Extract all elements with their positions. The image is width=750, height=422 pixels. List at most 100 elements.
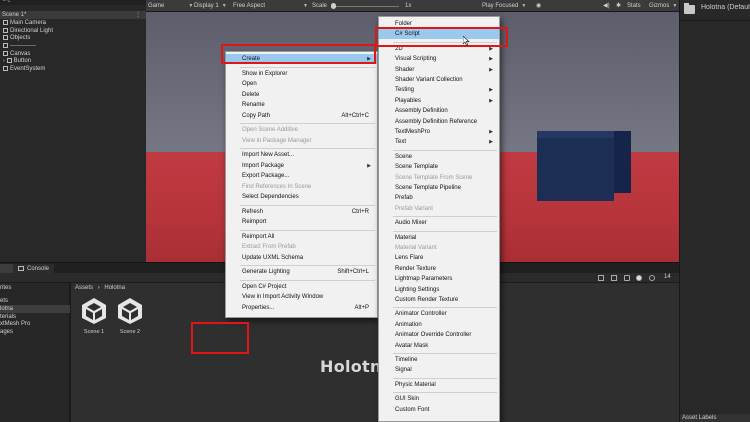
blue-cube-side (614, 131, 631, 193)
menu-item[interactable]: Prefab (379, 193, 499, 203)
menu-item[interactable]: Signal (379, 365, 499, 375)
menu-item[interactable]: Reimport All (226, 232, 377, 242)
gameobject-icon (3, 19, 8, 25)
menu-item[interactable]: Select Dependencies (226, 192, 377, 202)
menu-item-label: Lightmap Parameters (395, 276, 453, 283)
menu-item[interactable]: Show in Explorer (226, 69, 377, 79)
menu-item[interactable]: Text ▶ (379, 137, 499, 147)
menu-item[interactable]: Update UXML Schema (226, 253, 377, 263)
menu-item[interactable]: Lighting Settings (379, 285, 499, 295)
menu-item-label: Assembly Definition (395, 108, 448, 115)
info-icon[interactable] (636, 275, 642, 281)
inspector-title: Holotna (Default (701, 4, 750, 11)
menu-item-label: Prefab (395, 195, 413, 202)
menu-item[interactable]: Import Package ▶ (226, 161, 377, 171)
tree-item[interactable]: ets (0, 297, 8, 305)
search-by-type-icon[interactable] (598, 275, 604, 281)
menu-item[interactable]: Material (379, 233, 499, 243)
menu-item[interactable]: Delete (226, 90, 377, 100)
tree-item[interactable]: ages (0, 328, 13, 336)
expand-arrow-icon[interactable]: › (3, 58, 5, 64)
menu-item-label: Animator Override Controller (395, 332, 472, 339)
menu-item[interactable]: Scene Template (379, 162, 499, 172)
scene-asset[interactable]: Scene 1 (79, 297, 109, 335)
console-tab-label: Console (27, 266, 50, 272)
menu-item[interactable]: Lightmap Parameters (379, 274, 499, 284)
menu-item[interactable]: Custom Font (379, 405, 499, 415)
menu-item-label: Properties... (242, 304, 275, 311)
menu-item[interactable]: View in Import Activity Window (226, 292, 377, 302)
menu-item[interactable]: Testing ▶ (379, 85, 499, 95)
menu-item[interactable]: Assembly Definition (379, 106, 499, 116)
menu-item[interactable]: Shader ▶ (379, 65, 499, 75)
stats-button[interactable]: Stats (627, 0, 641, 12)
menu-item[interactable]: Render Texture (379, 264, 499, 274)
filter-icon[interactable] (611, 275, 617, 281)
tree-item[interactable]: xtMesh Pro (0, 320, 30, 328)
menu-item-label: Animator Controller (395, 311, 447, 318)
menu-item[interactable]: Scene (379, 152, 499, 162)
menu-item-label: Scene Template (395, 164, 438, 171)
menu-item[interactable]: Scene Template Pipeline (379, 183, 499, 193)
hierarchy-item-label: EventSystem (10, 66, 46, 72)
menu-item[interactable]: Refresh Ctrl+R (226, 207, 377, 217)
gizmos-dropdown[interactable]: Gizmos ▼ (649, 0, 677, 12)
menu-item[interactable]: Audio Mixer (379, 218, 499, 228)
tree-item[interactable]: rites (0, 284, 11, 292)
game-tab-dropdown[interactable]: Game ▼ (148, 0, 193, 12)
menu-item[interactable]: Animator Controller (379, 309, 499, 319)
mute-audio-icon[interactable]: ◀) (603, 0, 610, 12)
scale-slider-track[interactable] (333, 5, 399, 7)
aspect-dropdown[interactable]: Free Aspect ▼ (233, 0, 308, 12)
menu-item[interactable]: Properties... Alt+P (226, 303, 377, 313)
hierarchy-item[interactable]: EventSystem (3, 65, 45, 73)
gear-icon[interactable]: ✱ (616, 0, 621, 12)
scale-slider-handle[interactable] (331, 3, 336, 9)
kebab-menu-icon[interactable]: ⋮ (135, 11, 141, 19)
menu-item[interactable]: Custom Render Texture (379, 295, 499, 305)
breadcrumb-folder[interactable]: Holotna (104, 285, 125, 291)
menu-item[interactable]: TextMeshPro ▶ (379, 127, 499, 137)
menu-item[interactable]: Shader Variant Collection (379, 75, 499, 85)
menu-item[interactable]: Rename (226, 100, 377, 110)
hierarchy-item[interactable]: ------------- (3, 42, 36, 50)
menu-item-label: Import Package (242, 162, 285, 169)
menu-item-label: Animation (395, 321, 422, 328)
menu-item-label: Lighting Settings (395, 286, 440, 293)
menu-item[interactable]: Visual Scripting ▶ (379, 54, 499, 64)
console-icon (18, 265, 24, 271)
menu-item[interactable]: Copy Path Alt+Ctrl+C (226, 111, 377, 121)
breadcrumb-root[interactable]: Assets (75, 285, 93, 291)
menu-item[interactable]: Import New Asset... (226, 150, 377, 160)
label-icon[interactable] (624, 275, 630, 281)
scene-asset[interactable]: Scene 2 (115, 297, 145, 335)
hierarchy-item[interactable]: Main Camera (3, 19, 46, 27)
hierarchy-item[interactable]: Objects (3, 34, 30, 42)
menu-item[interactable]: Physic Material (379, 380, 499, 390)
hierarchy-scene-row[interactable]: Scene 1* ⋮ (0, 11, 146, 19)
menu-item[interactable]: Timeline (379, 355, 499, 365)
menu-item-label: Reimport (242, 219, 267, 225)
menu-item[interactable]: Export Package... (226, 171, 377, 181)
menu-item-label: Find References In Scene (242, 183, 312, 190)
tree-item-selected[interactable]: lotna (0, 305, 70, 313)
menu-item[interactable]: GUI Skin (379, 394, 499, 404)
menu-item[interactable]: Lens Flare (379, 253, 499, 263)
menu-item[interactable]: Open (226, 79, 377, 89)
mouse-cursor-icon (463, 36, 470, 46)
hierarchy-item[interactable]: › Button (3, 57, 31, 65)
menu-item[interactable]: Avatar Mask (379, 341, 499, 351)
display-dropdown[interactable]: Display 1 ▼ (194, 0, 227, 12)
menu-item[interactable]: Generate Lighting Shift+Ctrl+L (226, 267, 377, 277)
menu-item[interactable]: Reimport (226, 217, 377, 227)
menu-item[interactable]: Playables ▶ (379, 96, 499, 106)
menu-item[interactable]: Assembly Definition Reference (379, 117, 499, 127)
asset-labels-header[interactable]: Asset Labels (680, 414, 750, 422)
menu-item[interactable]: Open C# Project (226, 282, 377, 292)
menu-item: Prefab Variant (379, 204, 499, 214)
audio-icon[interactable]: ◉ (536, 0, 541, 12)
menu-item[interactable]: Animator Override Controller (379, 330, 499, 340)
eye-icon[interactable] (649, 275, 655, 281)
menu-item[interactable]: Animation (379, 320, 499, 330)
play-focused-dropdown[interactable]: Play Focused ▼ (482, 0, 526, 12)
